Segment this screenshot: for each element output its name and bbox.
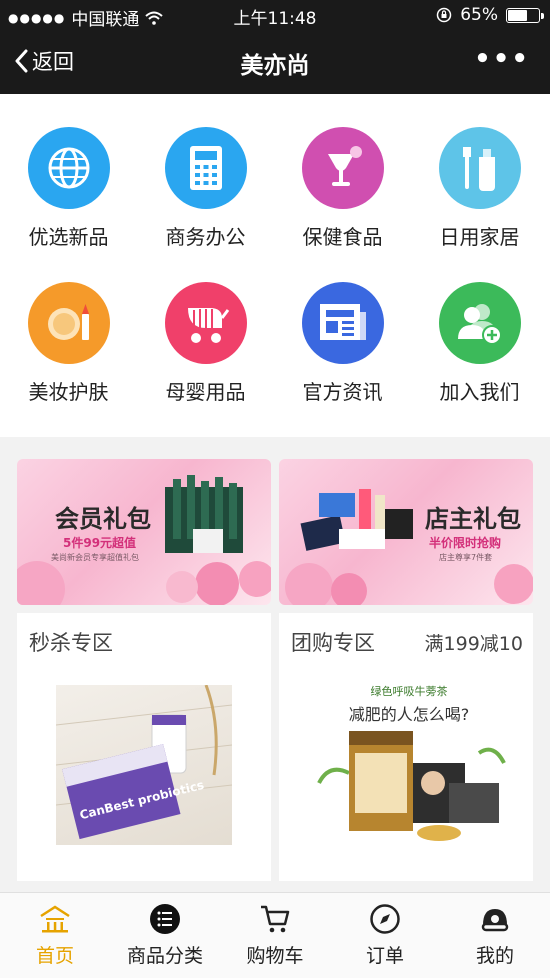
flash-sale-section[interactable]: 秒杀专区 CanBest probiotics (17, 613, 271, 881)
tab-bar: 首页 商品分类 购物车 订单 我的 (0, 892, 550, 978)
category-item-new[interactable]: 优选新品 (0, 127, 137, 250)
globe-icon (27, 127, 110, 209)
user-icon (440, 903, 550, 935)
battery-percent: 65% (460, 5, 498, 25)
category-label: 保健食品 (302, 225, 383, 249)
toothbrush-icon (438, 127, 521, 209)
category-label: 官方资讯 (302, 380, 383, 404)
category-label: 日用家居 (439, 225, 520, 249)
promo-title: 店主礼包 (425, 505, 521, 533)
group-buy-product-image[interactable]: 绿色呼吸牛蒡茶 减肥的人怎么喝? (309, 679, 509, 849)
tab-label: 首页 (35, 945, 74, 967)
category-item-household[interactable]: 日用家居 (411, 127, 548, 250)
section-title: 秒杀专区 (29, 631, 113, 655)
category-label: 优选新品 (28, 225, 109, 249)
section-title: 团购专区 (291, 631, 375, 655)
category-grid: 优选新品 商务办公 保健食品 日用家居 美妆护肤 母婴用品 官方资讯 加入我们 (0, 94, 550, 437)
tab-label: 商品分类 (126, 945, 203, 967)
calculator-icon (164, 127, 247, 209)
tab-label: 购物车 (246, 945, 304, 967)
group-buy-section[interactable]: 团购专区 满199减10 绿色呼吸牛蒡茶 减肥的人怎么喝? (279, 613, 533, 881)
category-label: 加入我们 (439, 380, 520, 404)
category-item-health-food[interactable]: 保健食品 (274, 127, 411, 250)
category-item-beauty[interactable]: 美妆护肤 (0, 282, 137, 405)
tab-home[interactable]: 首页 (0, 903, 110, 968)
flash-sale-product-image[interactable]: CanBest probiotics (56, 685, 232, 845)
category-item-baby[interactable]: 母婴用品 (137, 282, 274, 405)
page-title: 美亦尚 (240, 53, 310, 79)
category-label: 美妆护肤 (28, 380, 109, 404)
category-item-join-us[interactable]: 加入我们 (411, 282, 548, 405)
product-caption: 减肥的人怎么喝? (348, 705, 470, 724)
member-gift-banner[interactable]: 会员礼包 5件99元超值 美尚新会员专享超值礼包 (17, 459, 271, 605)
promo-title: 会员礼包 (55, 505, 151, 533)
rotation-lock-icon (436, 7, 452, 23)
tab-label: 我的 (475, 945, 514, 967)
add-user-icon (438, 282, 521, 364)
cocktail-glass-icon (301, 127, 384, 209)
tab-categories[interactable]: 商品分类 (110, 903, 220, 968)
list-icon (110, 903, 220, 935)
newspaper-icon (301, 282, 384, 364)
compact-lipstick-icon (27, 282, 110, 364)
navigation-bar: 返回 美亦尚 ••• (0, 30, 550, 94)
promo-subtitle: 半价限时抢购 (429, 536, 502, 550)
home-icon (0, 903, 110, 935)
status-bar: ●●●●● 中国联通 上午11:48 65% (0, 0, 550, 30)
product-brand-text: 绿色呼吸牛蒡茶 (370, 685, 448, 698)
compass-icon (330, 903, 440, 935)
battery-icon (506, 7, 544, 23)
promo-subtitle: 5件99元超值 (63, 536, 137, 550)
tab-label: 订单 (365, 945, 404, 967)
tab-me[interactable]: 我的 (440, 903, 550, 968)
category-item-news[interactable]: 官方资讯 (274, 282, 411, 405)
category-label: 母婴用品 (165, 380, 246, 404)
stroller-icon (164, 282, 247, 364)
shopowner-gift-banner[interactable]: 店主礼包 半价限时抢购 店主尊享7件套 (279, 459, 533, 605)
promo-note: 美尚新会员专享超值礼包 (51, 553, 139, 562)
more-menu-button[interactable]: ••• (474, 44, 530, 74)
promo-note: 店主尊享7件套 (439, 553, 493, 562)
status-right: 65% (436, 5, 544, 25)
tab-cart[interactable]: 购物车 (220, 903, 330, 968)
tab-orders[interactable]: 订单 (330, 903, 440, 968)
category-label: 商务办公 (165, 225, 246, 249)
discount-badge: 满199减10 (424, 633, 523, 655)
cart-icon (220, 903, 330, 935)
category-item-office[interactable]: 商务办公 (137, 127, 274, 250)
